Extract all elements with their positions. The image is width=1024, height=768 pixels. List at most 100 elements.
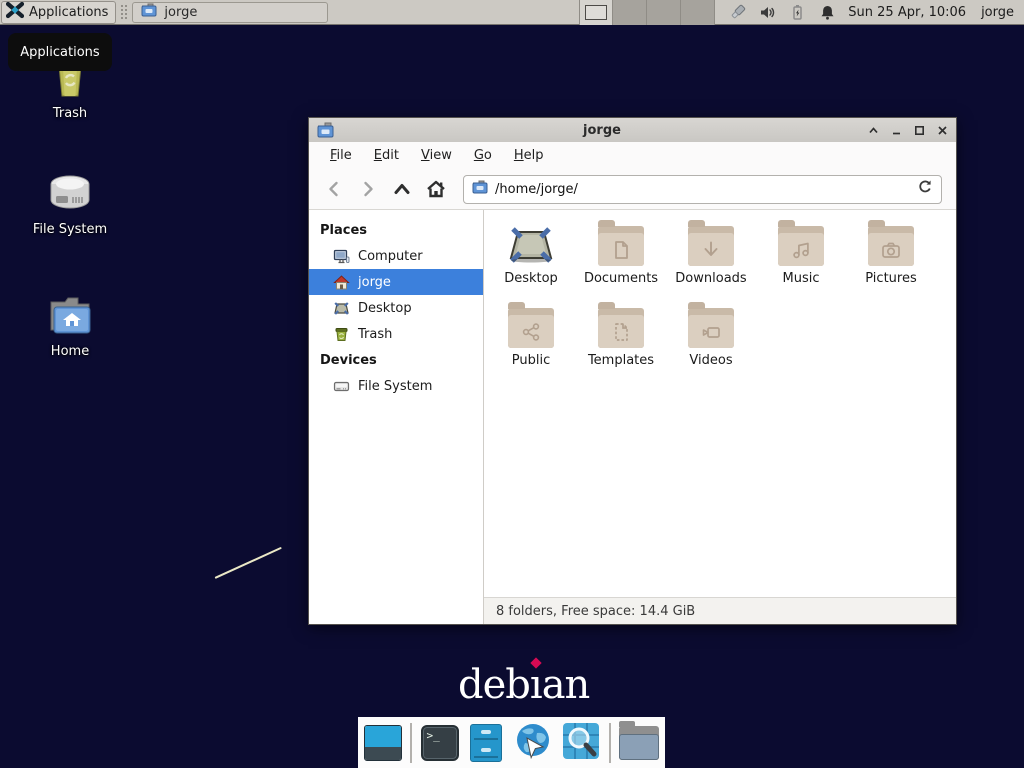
close-button[interactable] [936,124,948,136]
folder-icon [868,226,914,266]
folder-launcher[interactable] [619,723,659,763]
file-item-public[interactable]: Public [486,302,576,368]
panel-user-menu[interactable]: jorge [981,5,1014,20]
sidebar-item-trash[interactable]: Trash [309,321,483,347]
download-emblem-icon [700,239,722,261]
file-label: Desktop [486,271,576,286]
file-item-desktop[interactable]: Desktop [486,220,576,286]
file-item-pictures[interactable]: Pictures [846,220,936,286]
sidebar-places-header: Places [309,217,483,243]
terminal-icon: >_ [421,725,459,761]
shade-button[interactable] [867,124,879,136]
document-emblem-icon [610,239,632,261]
path-text[interactable]: /home/jorge/ [495,182,910,197]
window-titlebar[interactable]: jorge [309,118,956,142]
desktop-icon-file-system[interactable]: File System [22,168,118,237]
sidebar-item-label: Computer [358,249,423,264]
top-panel: Applications jorge [0,0,1024,25]
dock: >_ [358,717,665,768]
globe-icon [513,721,553,765]
sidebar-item-jorge[interactable]: jorge [309,269,483,295]
sidebar-item-label: jorge [358,275,391,290]
removable-media-icon[interactable] [729,4,746,21]
file-item-templates[interactable]: Templates [576,302,666,368]
web-browser-launcher[interactable] [513,723,553,763]
folder-icon [688,226,734,266]
folder-icon [778,226,824,266]
taskbar-window-label: jorge [164,5,197,20]
menubar: File Edit View Go Help [309,142,956,169]
reload-icon[interactable] [917,179,933,199]
applications-x-logo-icon [6,1,24,23]
forward-button[interactable] [353,175,383,203]
back-button[interactable] [319,175,349,203]
maximize-button[interactable] [913,124,925,136]
desktop-icon-label: Home [22,344,118,359]
system-tray [729,4,836,21]
share-emblem-icon [520,321,542,343]
panel-clock[interactable]: Sun 25 Apr, 10:06 [848,5,966,20]
home-button[interactable] [421,175,451,203]
menu-go[interactable]: Go [463,144,503,167]
file-manager-launcher[interactable] [467,723,505,763]
folder-icon [688,308,734,348]
workspace-2[interactable] [613,0,647,25]
statusbar: 8 folders, Free space: 14.4 GiB [484,597,956,624]
window-title: jorge [337,123,867,138]
workspace-switcher [579,0,715,25]
file-item-downloads[interactable]: Downloads [666,220,756,286]
sidebar-item-label: File System [358,379,432,394]
files-area[interactable]: Desktop Documents [484,210,956,597]
panel-drag-handle[interactable] [120,4,127,21]
workspace-1[interactable] [579,0,613,25]
location-bar[interactable]: /home/jorge/ [463,175,942,204]
hard-drive-icon [22,168,118,214]
desktop-icon-home[interactable]: Home [22,290,118,359]
home-folder-icon [22,290,118,336]
notifications-bell-icon[interactable] [819,4,836,21]
minimize-button[interactable] [890,124,902,136]
app-finder-icon [561,721,601,765]
path-folder-icon [472,180,488,198]
up-button[interactable] [387,175,417,203]
applications-menu-label: Applications [29,5,108,20]
file-label: Pictures [846,271,936,286]
file-item-documents[interactable]: Documents [576,220,666,286]
debian-text-post: an [542,662,590,708]
battery-icon[interactable] [789,4,806,21]
workspace-4[interactable] [681,0,715,25]
volume-icon[interactable] [759,4,776,21]
debian-text-pre: deb [458,662,530,708]
sidebar-item-computer[interactable]: Computer [309,243,483,269]
file-label: Downloads [666,271,756,286]
applications-tooltip: Applications [8,33,112,71]
app-finder-launcher[interactable] [561,723,601,763]
sidebar-item-desktop[interactable]: Desktop [309,295,483,321]
file-label: Music [756,271,846,286]
music-emblem-icon [790,239,812,261]
debian-wordmark: debıan [458,662,589,708]
applications-menu-button[interactable]: Applications [1,1,116,24]
menu-view[interactable]: View [410,144,463,167]
file-item-music[interactable]: Music [756,220,846,286]
terminal-launcher[interactable]: >_ [420,723,458,763]
main-pane: Desktop Documents [484,210,956,624]
template-emblem-icon [610,321,632,343]
file-manager-window: jorge File Edit View Go Help [308,117,957,625]
show-desktop-button[interactable] [364,723,402,763]
workspace-3[interactable] [647,0,681,25]
menu-help[interactable]: Help [503,144,555,167]
workspace-window-thumb [585,5,607,20]
menu-file[interactable]: File [319,144,363,167]
sidebar-item-file-system[interactable]: File System [309,373,483,399]
dock-separator [410,723,412,763]
folder-icon [619,726,659,760]
desktop-icon-label: Trash [22,106,118,121]
taskbar-window-button[interactable]: jorge [132,2,328,23]
file-item-videos[interactable]: Videos [666,302,756,368]
folder-icon [508,308,554,348]
sidebar-item-label: Desktop [358,301,412,316]
sidebar-item-label: Trash [358,327,392,342]
menu-edit[interactable]: Edit [363,144,410,167]
drive-icon [333,378,350,395]
